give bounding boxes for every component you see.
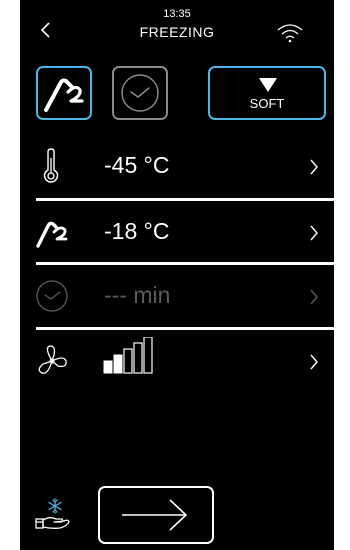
divider [36, 327, 334, 330]
fan-level-bar [123, 348, 133, 374]
fan-speed-row[interactable] [20, 331, 334, 393]
probe-temperature-value: -18 °C [104, 218, 170, 244]
clock-icon [121, 74, 159, 112]
next-button[interactable] [98, 486, 214, 544]
soft-label: SOFT [249, 96, 285, 111]
chevron-right-icon[interactable] [309, 288, 319, 306]
thermometer-icon [43, 148, 59, 183]
chevron-right-icon[interactable] [309, 158, 319, 176]
core-probe-icon [36, 221, 68, 248]
chevron-right-icon[interactable] [309, 353, 319, 371]
wifi-icon [277, 24, 303, 43]
fan-level-bar [113, 354, 123, 374]
clock-icon [36, 280, 68, 312]
fan-level-bar [103, 360, 113, 374]
caret-down-icon [259, 78, 277, 92]
fan-level-bars [103, 337, 153, 374]
hand-snowflake-icon[interactable] [34, 496, 72, 532]
probe-mode-button[interactable] [36, 66, 92, 120]
divider [36, 262, 334, 265]
divider [36, 198, 334, 201]
time-value: --- min [104, 282, 171, 308]
fan-icon [38, 345, 67, 374]
time-row[interactable]: --- min [20, 266, 334, 328]
freezer-screen: 13:35 FREEZING SOFT -45 °C -18 °C --- mi… [20, 0, 334, 550]
timer-mode-button[interactable] [112, 66, 168, 120]
chevron-right-icon[interactable] [309, 224, 319, 242]
clock-time: 13:35 [163, 8, 191, 20]
arrow-right-icon [122, 499, 188, 531]
fan-level-bar [143, 337, 153, 374]
core-probe-icon [44, 78, 84, 112]
soft-mode-button[interactable]: SOFT [208, 66, 326, 120]
chamber-temperature-row[interactable]: -45 °C [20, 136, 334, 198]
fan-level-bar [133, 342, 143, 374]
probe-temperature-row[interactable]: -18 °C [20, 202, 334, 264]
chamber-temperature-value: -45 °C [104, 152, 170, 178]
